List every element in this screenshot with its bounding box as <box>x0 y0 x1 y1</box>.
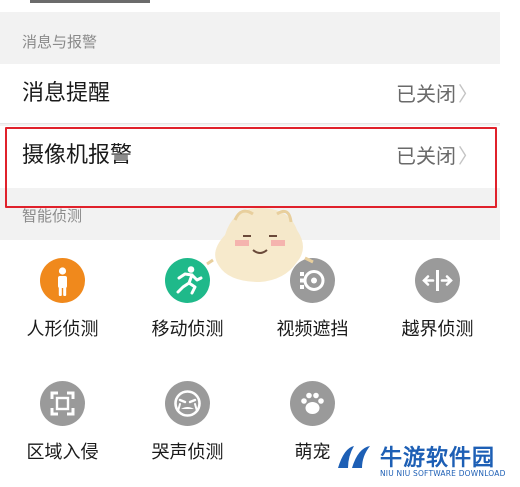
tile-human-detection[interactable]: 人形侦测 <box>0 240 125 360</box>
tile-area-intrusion[interactable]: 区域入侵 <box>0 363 125 483</box>
row-camera-alarm[interactable]: 摄像机报警 已关闭 〉 <box>0 126 500 188</box>
tile-label: 视频遮挡 <box>276 319 349 340</box>
watermark: 牛游软件园 NIU NIU SOFTWARE DOWNLOAD <box>330 436 520 487</box>
chevron-right-icon: 〉 <box>458 82 478 106</box>
tile-label: 区域入侵 <box>26 442 99 463</box>
row-status: 已关闭 <box>396 82 456 106</box>
running-person-icon <box>165 258 210 303</box>
paw-icon <box>290 381 335 426</box>
tile-label: 移动侦测 <box>151 319 224 340</box>
row-label: 消息提醒 <box>22 81 111 106</box>
row-message-reminder[interactable]: 消息提醒 已关闭 〉 <box>0 64 500 124</box>
brand-logo-icon <box>338 446 370 468</box>
top-strip <box>0 0 500 12</box>
section-header-notifications: 消息与报警 <box>0 12 500 64</box>
boundary-cross-icon <box>415 258 460 303</box>
row-label: 摄像机报警 <box>22 143 133 168</box>
watermark-subtitle: NIU NIU SOFTWARE DOWNLOAD <box>380 469 506 478</box>
mascot-watermark-icon <box>206 208 314 282</box>
row-status: 已关闭 <box>396 144 456 168</box>
tile-label: 哭声侦测 <box>151 442 224 463</box>
area-intrusion-icon <box>40 381 85 426</box>
tile-label: 人形侦测 <box>26 319 99 340</box>
tile-label: 越界侦测 <box>401 319 474 340</box>
right-gutter <box>500 0 520 487</box>
tile-line-crossing[interactable]: 越界侦测 <box>375 240 500 360</box>
chevron-right-icon: 〉 <box>458 144 478 168</box>
person-icon <box>40 258 85 303</box>
top-edge-divider <box>30 0 150 3</box>
crying-face-icon <box>165 381 210 426</box>
watermark-title: 牛游软件园 <box>380 446 496 471</box>
tile-crying-detection[interactable]: 哭声侦测 <box>125 363 250 483</box>
